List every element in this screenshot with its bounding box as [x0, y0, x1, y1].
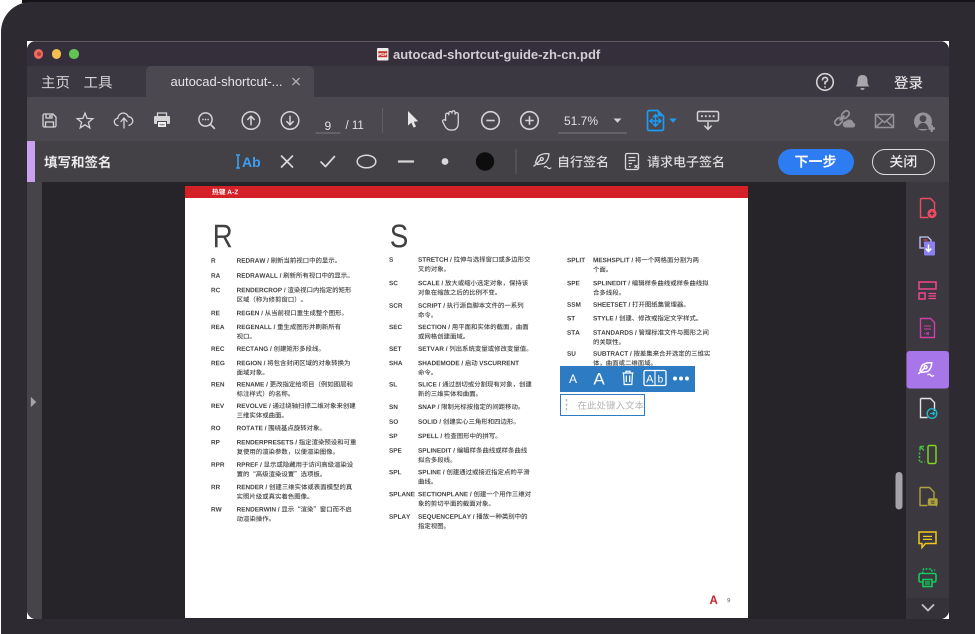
svg-text:PDF: PDF: [378, 52, 387, 57]
svg-text:b: b: [658, 375, 664, 386]
svg-text:A: A: [593, 370, 605, 389]
svg-text:A: A: [710, 595, 718, 607]
svg-text:Ab: Ab: [242, 154, 261, 170]
svg-text:A: A: [646, 374, 654, 386]
svg-text:A: A: [569, 372, 577, 386]
